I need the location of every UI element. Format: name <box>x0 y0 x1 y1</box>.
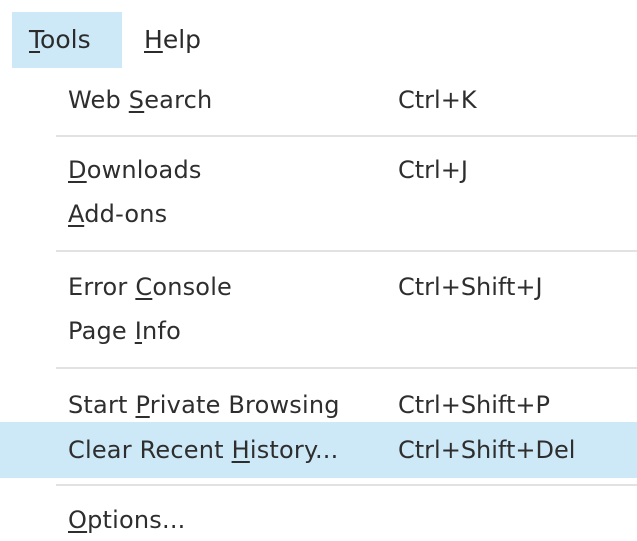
menu-help[interactable]: Help <box>126 12 216 68</box>
menu-item-label: Page Info <box>68 317 181 345</box>
menu-item-options[interactable]: Options... <box>0 492 637 541</box>
menu-bar: Tools Help <box>0 0 637 68</box>
menu-item-label: Clear Recent History... <box>68 436 339 464</box>
menu-tools[interactable]: Tools <box>12 12 122 68</box>
menu-item-label: Options... <box>68 506 186 534</box>
menu-item-web-search[interactable]: Web Search Ctrl+K <box>0 72 637 128</box>
menu-separator <box>56 367 637 369</box>
menu-item-shortcut: Ctrl+Shift+Del <box>398 436 576 464</box>
menu-separator <box>56 250 637 252</box>
menu-item-label: Add-ons <box>68 200 168 228</box>
tools-dropdown-menu: Web Search Ctrl+K Downloads Ctrl+J Add-o… <box>0 68 637 541</box>
menu-item-label: Web Search <box>68 86 213 114</box>
menu-item-add-ons[interactable]: Add-ons <box>0 186 637 242</box>
menu-item-page-info[interactable]: Page Info <box>0 303 637 359</box>
menu-help-label: Help <box>144 25 202 54</box>
menu-tools-label: Tools <box>29 25 91 54</box>
menu-item-clear-recent-history[interactable]: Clear Recent History... Ctrl+Shift+Del <box>0 422 637 478</box>
menu-separator <box>56 484 637 486</box>
menu-separator <box>56 135 637 137</box>
menu-item-shortcut: Ctrl+K <box>398 86 477 114</box>
